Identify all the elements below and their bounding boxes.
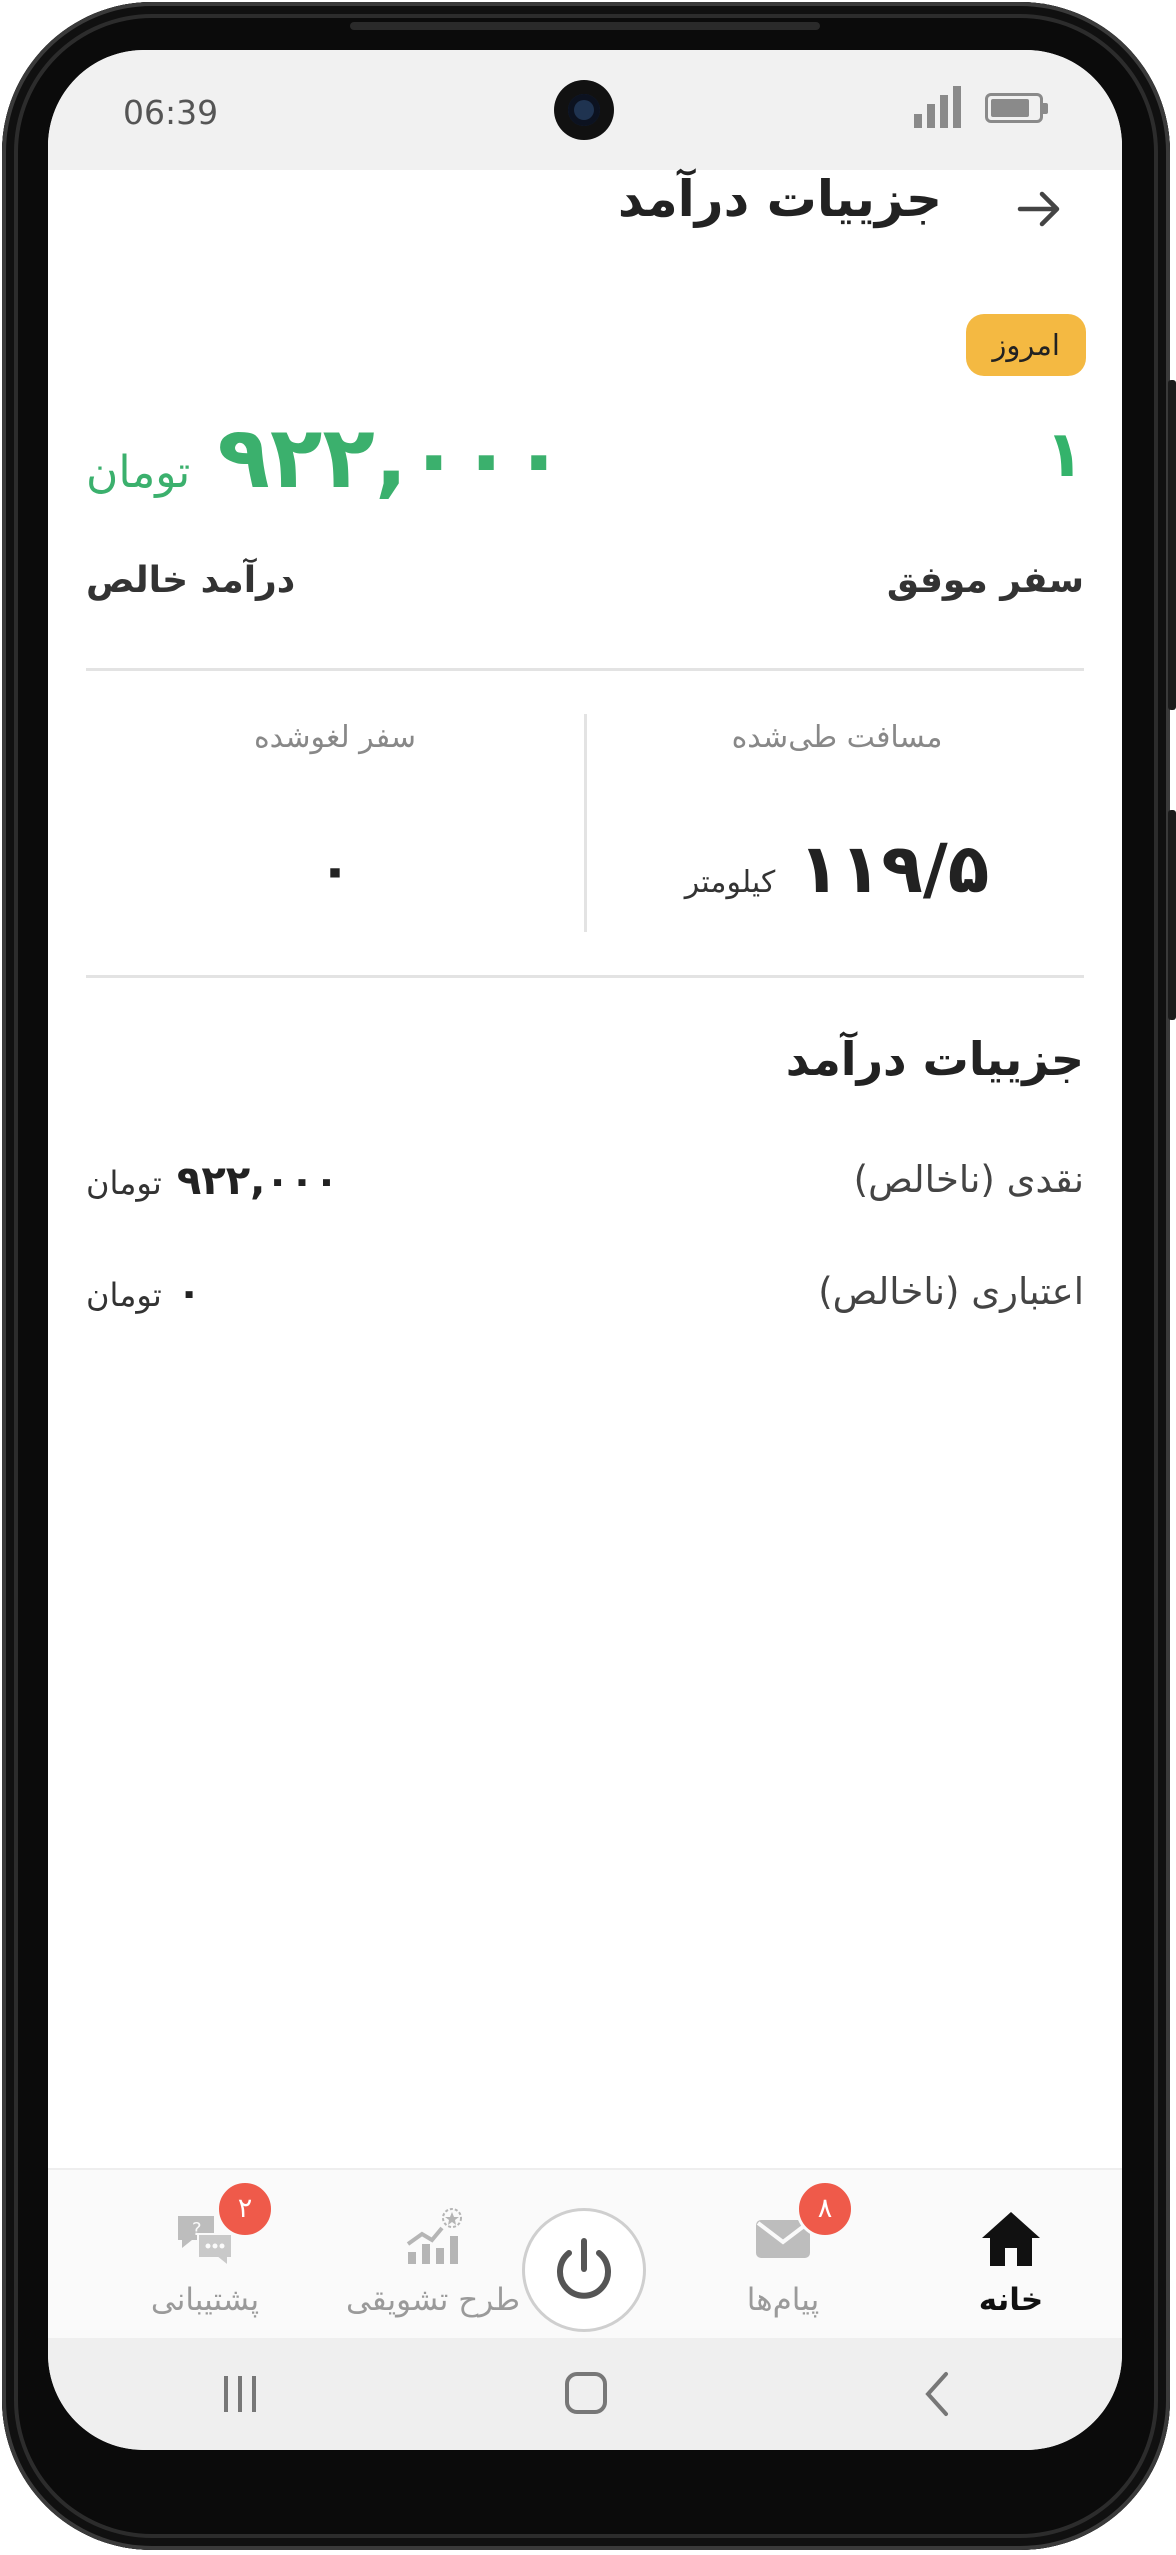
page-title: جزییات درآمد (617, 170, 942, 228)
status-time: 06:39 (123, 93, 219, 132)
net-income-label: درآمد خالص (86, 560, 296, 601)
cancelled-trip-value: ۰ (318, 838, 352, 901)
distance-stat: ۱۱۹/۵ کیلومتر (588, 830, 1086, 909)
system-nav-bar (48, 2338, 1122, 2450)
nav-item-messages[interactable]: ۸ پیام‌ها (688, 2170, 878, 2340)
net-income-currency: تومان (86, 447, 191, 498)
divider (86, 668, 1084, 671)
credit-income-value: ۰ (176, 1270, 202, 1316)
credit-income-amount: ۰ تومان (86, 1270, 201, 1316)
nav-item-home[interactable]: خانه (916, 2170, 1106, 2340)
power-side-button (1168, 810, 1176, 1020)
volume-button (1168, 380, 1176, 710)
screen: 06:39 جزییات درآمد امروز ۱ ۹۲۲,۰۰۰ تومان… (48, 50, 1122, 2450)
successful-trip-label: سفر موفق (886, 560, 1084, 601)
cancelled-trip-label: سفر لغوشده (253, 720, 417, 755)
nav-label-support: پشتیبانی (150, 2282, 260, 2318)
cash-income-currency: تومان (86, 1164, 162, 1202)
nav-label-incentive: طرح تشویقی (345, 2282, 521, 2318)
home-icon (982, 2212, 1040, 2266)
income-details-title: جزییات درآمد (785, 1032, 1084, 1086)
cash-income-value: ۹۲۲,۰۰۰ (176, 1158, 339, 1204)
back-chevron-icon[interactable] (918, 2370, 958, 2418)
recent-apps-icon[interactable] (218, 2372, 262, 2416)
credit-income-currency: تومان (86, 1276, 162, 1314)
signal-icon (914, 86, 962, 128)
messages-badge: ۸ (796, 2180, 854, 2238)
cash-income-label: نقدی (ناخالص) (853, 1158, 1084, 1201)
nav-item-incentive[interactable]: طرح تشویقی (338, 2170, 528, 2340)
divider (86, 975, 1084, 978)
nav-item-support[interactable]: ? ۲ پشتیبانی (110, 2170, 300, 2340)
back-button[interactable] (1010, 180, 1068, 238)
distance-label: مسافت طی‌شده (731, 720, 943, 755)
net-income: ۹۲۲,۰۰۰ تومان (86, 408, 565, 508)
vertical-divider (584, 714, 587, 932)
phone-speaker-slit (350, 22, 820, 30)
distance-unit: کیلومتر (684, 865, 776, 900)
power-icon (557, 2238, 611, 2299)
battery-icon (985, 93, 1048, 123)
distance-value: ۱۱۹/۵ (798, 830, 990, 909)
nav-label-messages: پیام‌ها (746, 2282, 820, 2318)
online-toggle-button[interactable] (522, 2208, 646, 2332)
nav-label-home: خانه (978, 2282, 1044, 2318)
arrow-right-icon (1017, 191, 1060, 227)
successful-trip-count: ۱ (1044, 418, 1084, 492)
net-income-value: ۹۲۲,۰۰۰ (217, 408, 565, 508)
today-filter-chip[interactable]: امروز (966, 314, 1086, 376)
support-badge: ۲ (216, 2180, 274, 2238)
cash-income-amount: ۹۲۲,۰۰۰ تومان (86, 1158, 339, 1204)
front-camera (554, 80, 614, 140)
credit-income-label: اعتباری (ناخالص) (818, 1270, 1084, 1313)
incentive-chart-icon (406, 2208, 462, 2264)
home-circle-icon[interactable] (563, 2370, 609, 2416)
